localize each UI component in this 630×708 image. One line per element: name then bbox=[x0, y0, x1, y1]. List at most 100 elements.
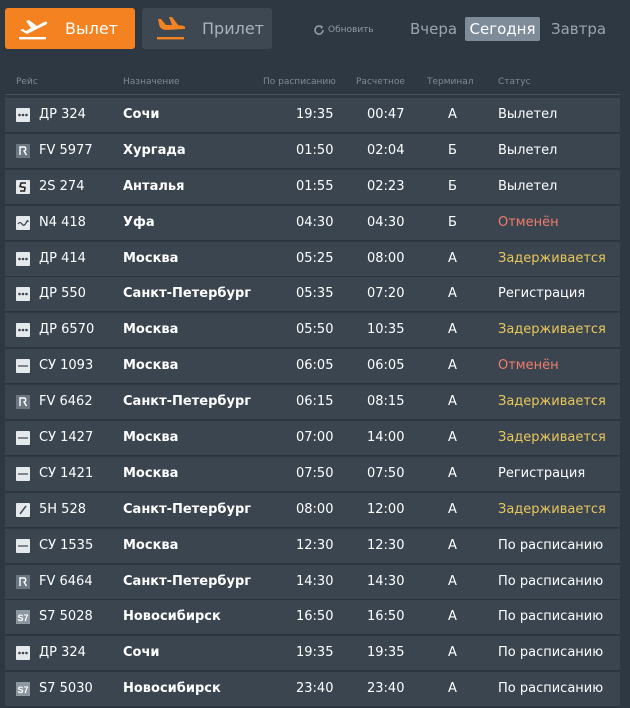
flight-number: FV 5977 bbox=[39, 142, 93, 158]
flight-terminal: Б bbox=[448, 214, 457, 230]
flight-estimated-time: 02:23 bbox=[367, 178, 405, 194]
airline-logo-slash-icon bbox=[16, 502, 30, 517]
flight-number: FV 6462 bbox=[39, 394, 93, 410]
flight-row[interactable]: ДР 324 Сочи 19:35 19:35 A По расписанию bbox=[5, 636, 620, 672]
top-bar: Вылет Прилет Обновить Вчера Сегодня Завт… bbox=[0, 0, 630, 62]
header-flight: Рейс bbox=[16, 77, 38, 87]
flight-estimated-time: 12:00 bbox=[367, 501, 405, 517]
flight-row[interactable]: СУ 1421 Москва 07:50 07:50 A Регистрация bbox=[5, 456, 620, 492]
flight-number: 2S 274 bbox=[39, 178, 85, 194]
flight-destination: Новосибирск bbox=[123, 609, 221, 625]
flight-estimated-time: 02:04 bbox=[367, 142, 405, 158]
header-terminal: Терминал bbox=[427, 77, 474, 87]
flights-table: ДР 324 Сочи 19:35 00:47 A Вылетел FV 5977 Хурга… bbox=[5, 98, 620, 708]
flight-scheduled-time: 05:25 bbox=[296, 250, 334, 266]
flight-estimated-time: 08:15 bbox=[367, 394, 405, 410]
refresh-label: Обновить bbox=[328, 25, 374, 35]
airline-logo-s-icon bbox=[16, 179, 30, 194]
flight-row[interactable]: 5H 528 Санкт-Петербург 08:00 12:00 A Задержив… bbox=[5, 492, 620, 528]
flight-destination: Москва bbox=[123, 358, 179, 374]
flight-row[interactable]: ДР 550 Санкт-Петербург 05:35 07:20 A Регистра… bbox=[5, 277, 620, 313]
flight-terminal: A bbox=[448, 573, 457, 589]
flight-estimated-time: 04:30 bbox=[367, 214, 405, 230]
flight-scheduled-time: 16:50 bbox=[296, 609, 334, 625]
flight-row[interactable]: ДР 414 Москва 05:25 08:00 A Задерживается bbox=[5, 241, 620, 277]
flight-row[interactable]: S7 S7 5030 Новосибирск 23:40 23:40 A По распис… bbox=[5, 672, 620, 708]
flight-row[interactable]: FV 6462 Санкт-Петербург 06:15 08:15 A Задержи… bbox=[5, 385, 620, 421]
day-yesterday-button[interactable]: Вчера bbox=[410, 17, 457, 41]
flight-destination: Сочи bbox=[123, 645, 160, 661]
airline-logo-dots-icon bbox=[16, 251, 30, 266]
flight-estimated-time: 16:50 bbox=[367, 609, 405, 625]
airline-logo-dots-icon bbox=[16, 323, 30, 338]
flight-number: ДР 324 bbox=[39, 107, 86, 122]
flight-destination: Хургада bbox=[123, 142, 186, 158]
flight-scheduled-time: 19:35 bbox=[296, 645, 334, 661]
flight-status: Задерживается bbox=[498, 250, 606, 266]
flight-row[interactable]: ДР 6570 Москва 05:50 10:35 A Задерживается bbox=[5, 313, 620, 349]
flight-status: Отменён bbox=[498, 214, 559, 230]
flight-number: СУ 1093 bbox=[39, 358, 94, 374]
flight-row[interactable]: S7 S7 5028 Новосибирск 16:50 16:50 A По распис… bbox=[5, 600, 620, 636]
day-tomorrow-button[interactable]: Завтра bbox=[551, 17, 606, 41]
flight-estimated-time: 19:35 bbox=[367, 645, 405, 661]
flight-scheduled-time: 04:30 bbox=[296, 214, 334, 230]
flight-number: СУ 1427 bbox=[39, 430, 94, 446]
tab-departures[interactable]: Вылет bbox=[5, 8, 135, 49]
flight-status: Задерживается bbox=[498, 322, 606, 338]
svg-text:S7: S7 bbox=[18, 613, 29, 623]
airline-logo-s7-icon: S7 bbox=[16, 682, 30, 697]
flight-row[interactable]: СУ 1093 Москва 06:05 06:05 A Отменён bbox=[5, 349, 620, 385]
flight-destination: Санкт-Петербург bbox=[123, 573, 252, 589]
flight-terminal: A bbox=[448, 537, 457, 553]
airline-logo-line-icon bbox=[16, 431, 30, 446]
flight-terminal: A bbox=[448, 286, 457, 302]
flight-status: Вылетел bbox=[498, 107, 558, 122]
flight-terminal: A bbox=[448, 645, 457, 661]
flight-destination: Санкт-Петербург bbox=[123, 394, 252, 410]
refresh-icon bbox=[314, 25, 324, 35]
flight-destination: Санкт-Петербург bbox=[123, 286, 252, 302]
flight-row[interactable]: FV 6464 Санкт-Петербург 14:30 14:30 A По расп… bbox=[5, 564, 620, 600]
tab-arrivals-label: Прилет bbox=[202, 19, 264, 38]
flight-row[interactable]: СУ 1427 Москва 07:00 14:00 A Задерживается bbox=[5, 421, 620, 457]
flight-status: Регистрация bbox=[498, 286, 586, 302]
flight-destination: Москва bbox=[123, 465, 179, 481]
flight-status: По расписанию bbox=[498, 645, 604, 661]
flight-destination: Москва bbox=[123, 322, 179, 338]
tab-arrivals[interactable]: Прилет bbox=[142, 8, 272, 49]
flight-estimated-time: 00:47 bbox=[367, 107, 405, 122]
flight-estimated-time: 07:20 bbox=[367, 286, 405, 302]
flight-row[interactable]: СУ 1535 Москва 12:30 12:30 A По расписанию bbox=[5, 528, 620, 564]
flight-terminal: A bbox=[448, 394, 457, 410]
flight-destination: Москва bbox=[123, 250, 179, 266]
flight-destination: Уфа bbox=[123, 214, 155, 230]
flight-number: S7 5028 bbox=[39, 609, 93, 625]
header-estimated: Расчетное bbox=[356, 77, 405, 87]
flight-scheduled-time: 07:50 bbox=[296, 465, 334, 481]
refresh-button[interactable]: Обновить bbox=[313, 24, 374, 36]
flight-number: S7 5030 bbox=[39, 681, 93, 697]
flight-terminal: Б bbox=[448, 142, 457, 158]
flight-status: По расписанию bbox=[498, 681, 604, 697]
flight-number: ДР 6570 bbox=[39, 322, 95, 338]
flight-row[interactable]: FV 5977 Хургада 01:50 02:04 Б Вылетел bbox=[5, 133, 620, 169]
flight-terminal: A bbox=[448, 250, 457, 266]
flight-number: СУ 1421 bbox=[39, 465, 94, 481]
plane-landing-icon bbox=[157, 16, 186, 39]
airline-logo-dots-icon bbox=[16, 287, 30, 302]
flight-terminal: A bbox=[448, 465, 457, 481]
flight-destination: Новосибирск bbox=[123, 681, 221, 697]
flight-status: Задерживается bbox=[498, 501, 606, 517]
flight-scheduled-time: 14:30 bbox=[296, 573, 334, 589]
flight-row[interactable]: ДР 324 Сочи 19:35 00:47 A Вылетел bbox=[5, 98, 620, 133]
flight-scheduled-time: 01:55 bbox=[296, 178, 334, 194]
flight-row[interactable]: 2S 274 Анталья 01:55 02:23 Б Вылетел bbox=[5, 169, 620, 205]
airline-logo-r-icon bbox=[16, 395, 30, 410]
flight-status: Задерживается bbox=[498, 394, 606, 410]
day-today-button[interactable]: Сегодня bbox=[465, 17, 540, 41]
flight-row[interactable]: N4 418 Уфа 04:30 04:30 Б Отменён bbox=[5, 205, 620, 241]
airline-logo-line-icon bbox=[16, 538, 30, 553]
flight-status: По расписанию bbox=[498, 609, 604, 625]
flight-destination: Анталья bbox=[123, 178, 185, 194]
